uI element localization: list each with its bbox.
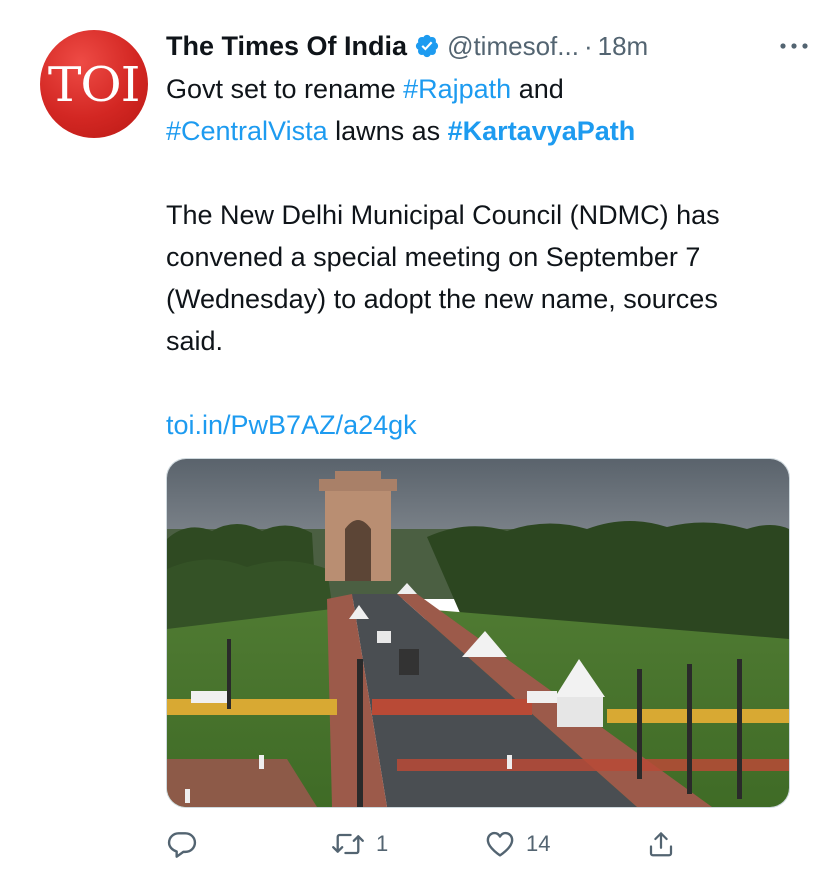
- reply-icon: [166, 828, 198, 860]
- avatar-logo-text: TOI: [48, 57, 141, 113]
- like-icon: [484, 828, 516, 860]
- headline-text-and: and: [511, 74, 564, 104]
- headline-text-start: Govt set to rename: [166, 74, 404, 104]
- hashtag-centralvista[interactable]: #CentralVista: [166, 116, 328, 146]
- verified-badge-icon: [414, 33, 440, 59]
- retweet-count: 1: [376, 831, 389, 856]
- hashtag-rajpath[interactable]: #Rajpath: [403, 74, 511, 104]
- timestamp[interactable]: 18m: [598, 31, 649, 62]
- like-count: 14: [526, 831, 551, 856]
- display-name[interactable]: The Times Of India: [166, 31, 407, 62]
- share-icon: [646, 828, 676, 860]
- reply-button[interactable]: [166, 824, 198, 864]
- tweet-content: The Times Of India @timesof... · 18m Gov…: [166, 26, 808, 446]
- tweet[interactable]: TOI The Times Of India @timesof... · 18m: [0, 0, 828, 880]
- tweet-link[interactable]: toi.in/PwB7AZ/a24gk: [166, 410, 417, 440]
- avatar[interactable]: TOI: [40, 30, 148, 138]
- handle[interactable]: @timesof...: [447, 31, 579, 62]
- separator-dot: ·: [583, 30, 593, 61]
- tweet-image[interactable]: [166, 458, 790, 808]
- retweet-icon: [330, 828, 366, 860]
- tweet-paragraph: The New Delhi Municipal Council (NDMC) h…: [166, 200, 720, 356]
- tweet-headline: Govt set to rename #Rajpath and #CentralV…: [166, 68, 796, 152]
- headline-text-lawns: lawns as: [327, 116, 448, 146]
- tweet-header: The Times Of India @timesof... · 18m: [166, 26, 796, 66]
- more-icon[interactable]: [776, 36, 812, 56]
- tweet-text: Govt set to rename #Rajpath and #CentralV…: [166, 68, 796, 446]
- like-button[interactable]: 14: [484, 824, 550, 864]
- tweet-actions: 1 14: [166, 824, 686, 864]
- hashtag-kartavyapath[interactable]: #KartavyaPath: [448, 116, 636, 146]
- retweet-button[interactable]: 1: [330, 824, 388, 864]
- share-button[interactable]: [646, 824, 676, 864]
- rajpath-photo: [167, 459, 789, 807]
